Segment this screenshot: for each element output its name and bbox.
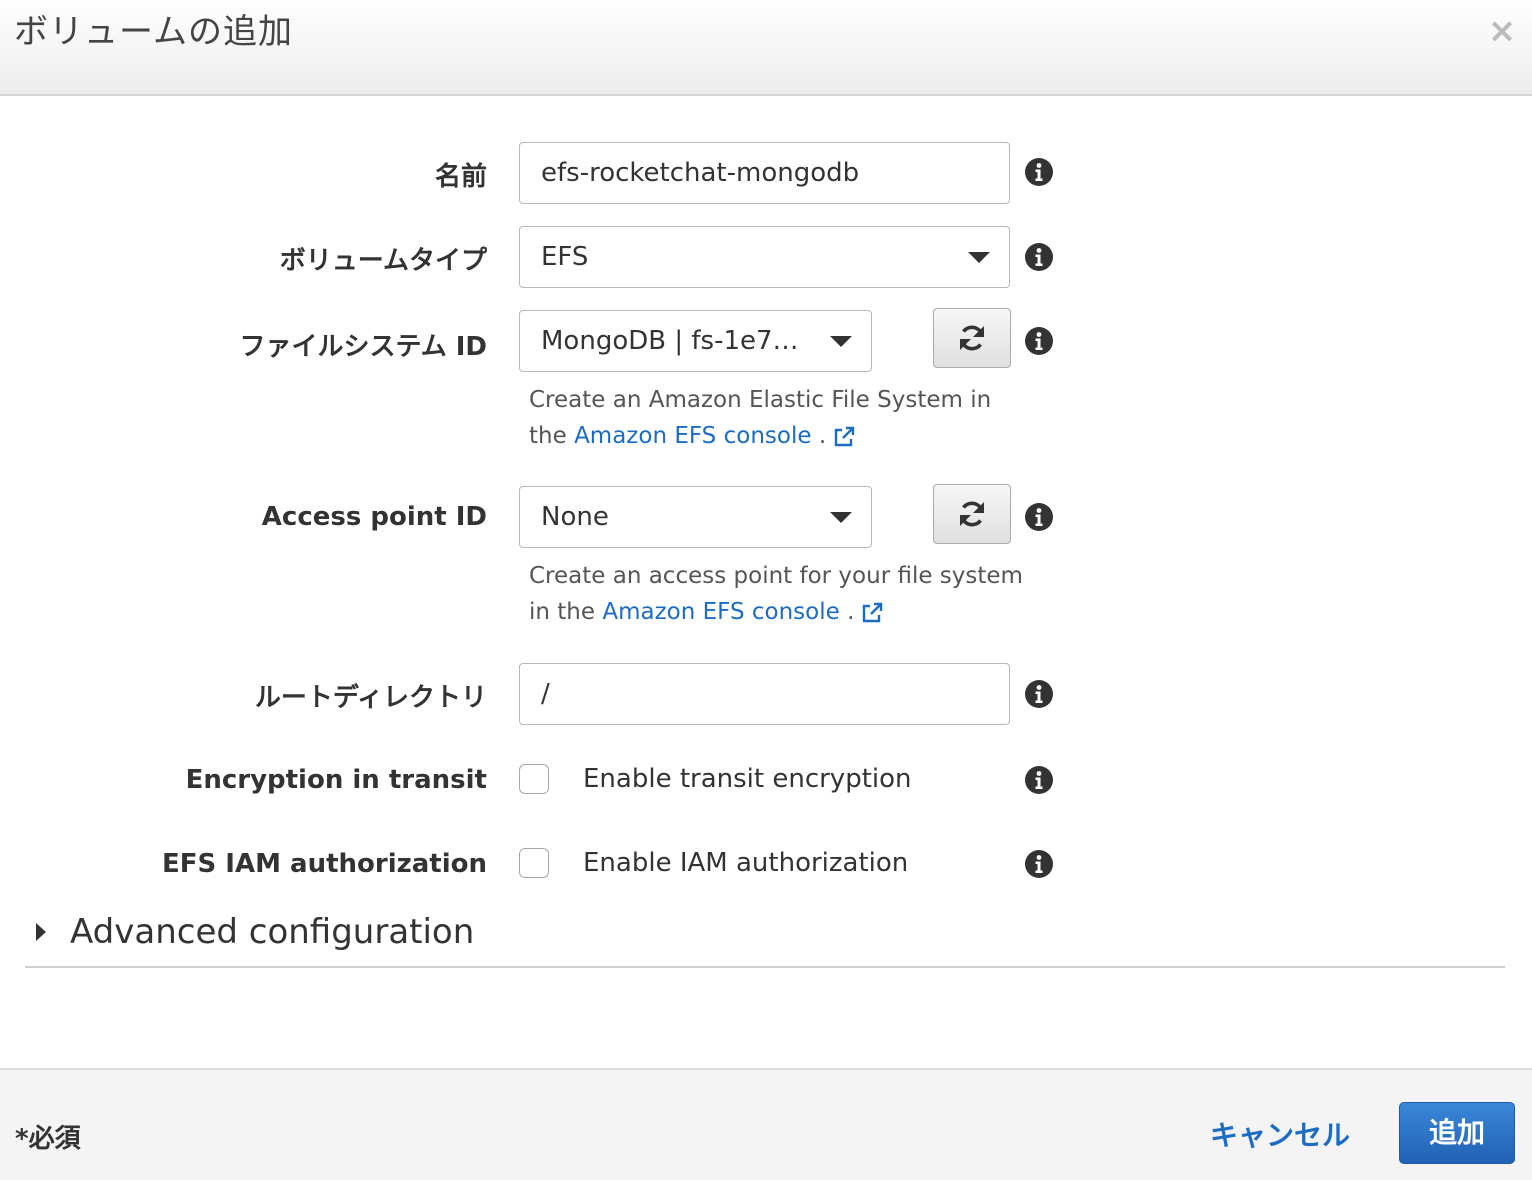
encryption-row: Encryption in transit Enable transit enc… [0,762,1532,802]
access-point-id-select[interactable]: None [519,486,872,548]
advanced-configuration-label: Advanced configuration [70,912,475,952]
external-link-icon[interactable] [860,601,884,625]
help-prefix: in the [529,599,596,625]
help-line: Create an access point for your file sys… [529,563,1023,589]
file-system-refresh-button[interactable] [933,308,1011,368]
root-directory-label: ルートディレクトリ [254,683,487,713]
file-system-id-value: MongoDB | fs-1e7… [541,326,799,356]
encryption-label: Encryption in transit [185,765,487,795]
name-row: 名前 efs-rocketchat-mongodb [0,142,1532,204]
advanced-configuration-toggle[interactable]: Advanced configuration [36,912,474,952]
iam-authorization-checkbox-label[interactable]: Enable IAM authorization [583,848,908,878]
root-directory-input[interactable]: / [519,663,1010,725]
cancel-button[interactable]: キャンセル [1210,1114,1350,1154]
help-line: the Amazon EFS console . [529,418,991,454]
volume-type-label: ボリュームタイプ [279,246,487,276]
caret-down-icon [830,512,852,523]
info-icon[interactable] [1025,766,1053,794]
file-system-id-label: ファイルシステム ID [239,332,487,362]
access-point-refresh-button[interactable] [933,484,1011,544]
volume-type-select[interactable]: EFS [519,226,1010,288]
access-point-id-value: None [541,502,609,532]
dialog-title: ボリュームの追加 [14,12,293,52]
iam-authorization-label: EFS IAM authorization [162,849,487,879]
access-point-id-label: Access point ID [261,502,487,532]
help-prefix: the [529,423,567,449]
add-button[interactable]: 追加 [1399,1102,1515,1164]
external-link-icon[interactable] [832,425,856,449]
name-input[interactable]: efs-rocketchat-mongodb [519,142,1010,204]
help-line: in the Amazon EFS console . [529,594,1023,630]
efs-console-link[interactable]: Amazon EFS console [602,599,839,625]
access-point-id-row: Access point ID None [0,484,1532,548]
volume-type-row: ボリュームタイプ EFS [0,226,1532,288]
caret-down-icon [968,252,990,263]
file-system-help-text: Create an Amazon Elastic File System in … [529,382,991,454]
divider [25,966,1505,968]
transit-encryption-checkbox[interactable] [519,764,549,794]
root-directory-row: ルートディレクトリ / [0,663,1532,725]
help-suffix: . [847,599,855,625]
refresh-icon [956,498,988,530]
file-system-id-select[interactable]: MongoDB | fs-1e7… [519,310,872,372]
info-icon[interactable] [1025,158,1053,186]
transit-encryption-checkbox-label[interactable]: Enable transit encryption [583,764,912,794]
iam-authorization-checkbox[interactable] [519,848,549,878]
help-line: Create an Amazon Elastic File System in [529,387,992,413]
caret-down-icon [830,336,852,347]
refresh-icon [956,322,988,354]
help-suffix: . [818,423,827,449]
dialog-footer: *必須 キャンセル 追加 [0,1068,1532,1180]
info-icon[interactable] [1025,327,1053,355]
name-label: 名前 [434,162,487,192]
info-icon[interactable] [1025,503,1053,531]
info-icon[interactable] [1025,680,1053,708]
caret-right-icon [36,922,46,941]
access-point-help-text: Create an access point for your file sys… [529,558,1023,630]
iam-authorization-row: EFS IAM authorization Enable IAM authori… [0,846,1532,886]
close-icon[interactable]: × [1486,12,1518,50]
info-icon[interactable] [1025,243,1053,271]
dialog-header: ボリュームの追加 × [0,0,1532,96]
required-note: *必須 [15,1124,81,1154]
info-icon[interactable] [1025,850,1053,878]
volume-type-value: EFS [541,242,589,272]
file-system-id-row: ファイルシステム ID MongoDB | fs-1e7… [0,308,1532,372]
efs-console-link[interactable]: Amazon EFS console [574,423,811,449]
